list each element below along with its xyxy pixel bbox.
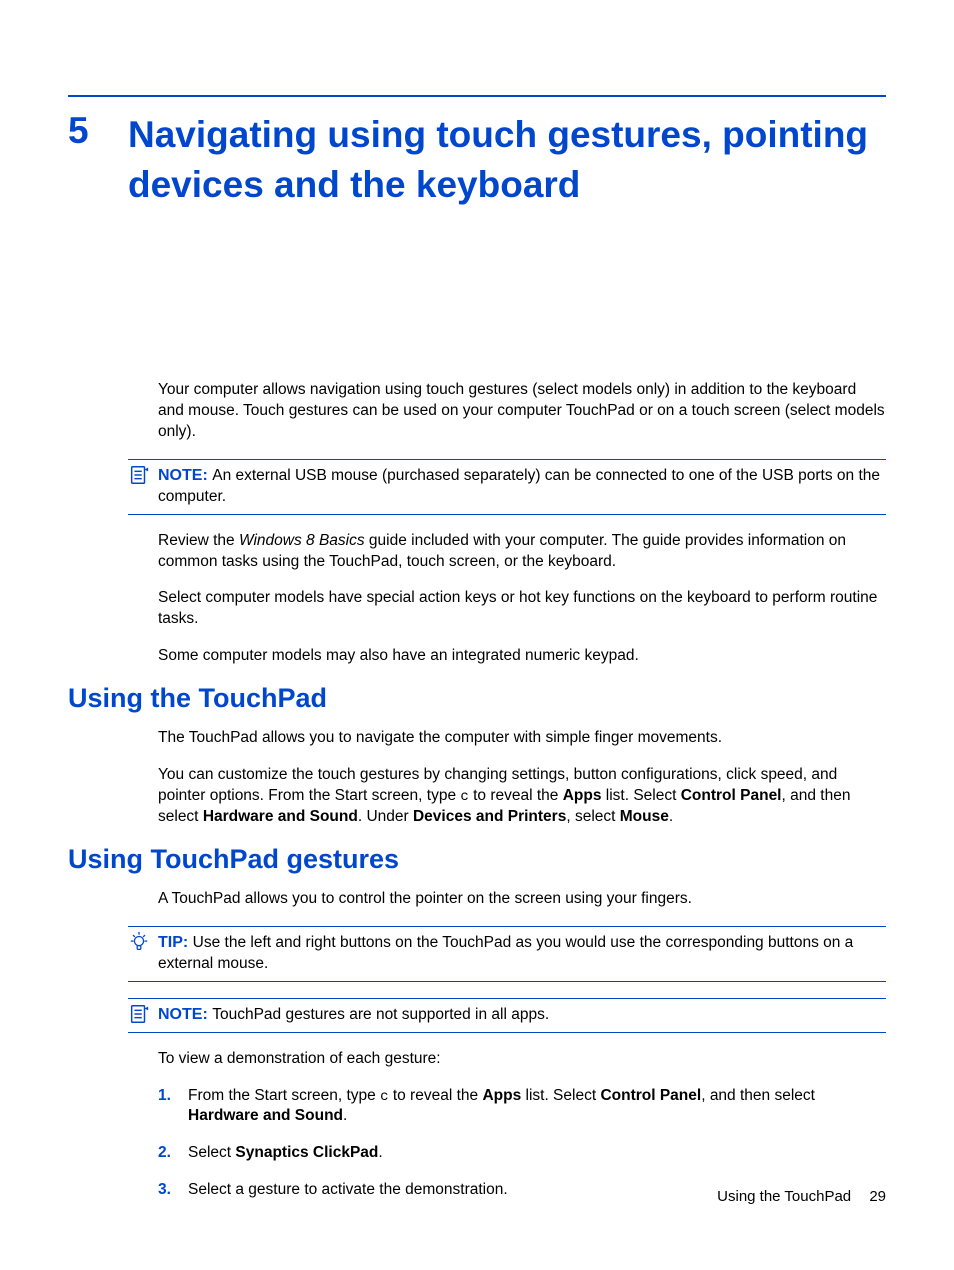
section-2: Using TouchPad gestures [68, 844, 886, 875]
demo-lead: To view a demonstration of each gesture: [158, 1049, 886, 1070]
section-1-heading: Using the TouchPad [68, 683, 886, 714]
intro-p2-italic: Windows 8 Basics [239, 532, 365, 549]
footer-section: Using the TouchPad [717, 1188, 851, 1205]
step1-d: , and then select [701, 1087, 815, 1104]
note-label: NOTE: [158, 467, 208, 484]
tip-icon [128, 931, 150, 953]
tip-label: TIP: [158, 934, 188, 951]
note-callout-1: NOTE: An external USB mouse (purchased s… [128, 459, 886, 515]
step1-bold3: Hardware and Sound [188, 1107, 343, 1124]
tip-text-content: Use the left and right buttons on the To… [158, 934, 853, 972]
section1-p2: You can customize the touch gestures by … [158, 765, 886, 828]
step2-a: Select [188, 1144, 235, 1161]
s1p2-bold3: Hardware and Sound [203, 808, 358, 825]
s1p2-code: c [460, 789, 468, 805]
s1p2-c: list. Select [601, 787, 680, 804]
note2-label: NOTE: [158, 1006, 208, 1023]
step1-e: . [343, 1107, 347, 1124]
intro-paragraph-3: Select computer models have special acti… [158, 588, 886, 630]
s1p2-bold2: Control Panel [681, 787, 782, 804]
tip-callout: TIP: Use the left and right buttons on t… [128, 926, 886, 982]
note-text-content: An external USB mouse (purchased separat… [158, 467, 880, 505]
body-area: Your computer allows navigation using to… [158, 380, 886, 1217]
intro-paragraph-1: Your computer allows navigation using to… [158, 380, 886, 443]
step1-c: list. Select [521, 1087, 600, 1104]
s1p2-b: to reveal the [469, 787, 563, 804]
document-page: 5 Navigating using touch gestures, point… [0, 0, 954, 1270]
section-2-heading: Using TouchPad gestures [68, 844, 886, 875]
section2-p1: A TouchPad allows you to control the poi… [158, 889, 886, 910]
s1p2-bold4: Devices and Printers [413, 808, 566, 825]
intro-p2-pre: Review the [158, 532, 239, 549]
s1p2-bold1: Apps [563, 787, 602, 804]
step1-code: c [380, 1089, 388, 1105]
step1-bold2: Control Panel [600, 1087, 701, 1104]
section1-p1: The TouchPad allows you to navigate the … [158, 728, 886, 749]
s1p2-f: , select [566, 808, 619, 825]
demo-steps: From the Start screen, type c to reveal … [158, 1086, 886, 1202]
note-callout-2: NOTE: TouchPad gestures are not supporte… [128, 998, 886, 1033]
step-1: From the Start screen, type c to reveal … [158, 1086, 886, 1128]
step-2: Select Synaptics ClickPad. [158, 1143, 886, 1164]
section-1: Using the TouchPad [68, 683, 886, 714]
note2-text: TouchPad gestures are not supported in a… [212, 1006, 549, 1023]
intro-paragraph-2: Review the Windows 8 Basics guide includ… [158, 531, 886, 573]
page-footer: Using the TouchPad 29 [717, 1188, 886, 1205]
s1p2-g: . [669, 808, 673, 825]
intro-paragraph-4: Some computer models may also have an in… [158, 646, 886, 667]
s1p2-e: . Under [358, 808, 413, 825]
step1-a: From the Start screen, type [188, 1087, 380, 1104]
step2-bold: Synaptics ClickPad [235, 1144, 378, 1161]
chapter-number: 5 [68, 110, 89, 152]
chapter-rule [68, 95, 886, 97]
step2-b: . [378, 1144, 382, 1161]
footer-page-number: 29 [869, 1188, 886, 1205]
s1p2-bold5: Mouse [620, 808, 669, 825]
step1-b: to reveal the [389, 1087, 483, 1104]
chapter-title: Navigating using touch gestures, pointin… [128, 110, 886, 210]
note-icon [128, 1003, 150, 1025]
step1-bold1: Apps [482, 1087, 521, 1104]
note-icon [128, 464, 150, 486]
